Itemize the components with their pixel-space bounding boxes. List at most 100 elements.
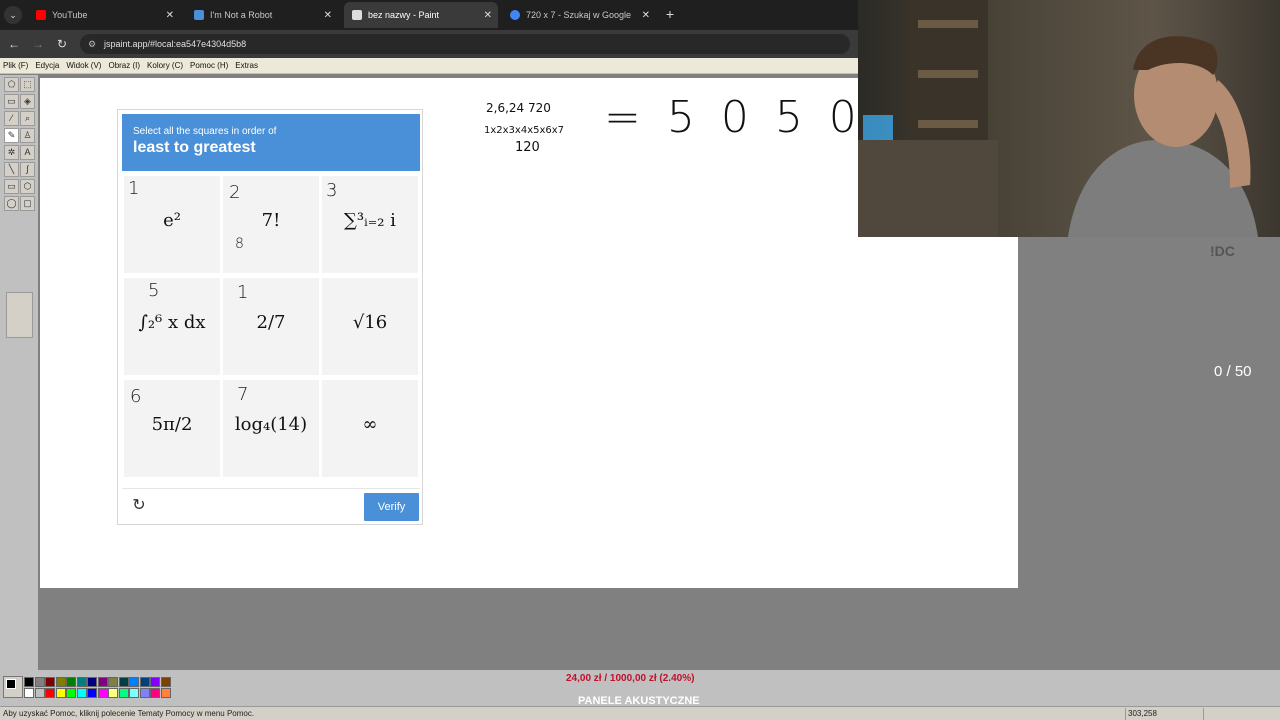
tile-expression: √16	[352, 312, 388, 333]
captcha-tile[interactable]: 2 8 7!	[223, 176, 319, 273]
captcha-tile[interactable]: 1 2/7	[223, 278, 319, 375]
palette-swatch[interactable]	[160, 677, 171, 687]
captcha-tile[interactable]: ∞	[322, 380, 418, 477]
scribble-product: 1x2x3x4x5x6x7	[484, 125, 565, 136]
rect-select-icon[interactable]: ⬚	[20, 77, 35, 92]
verify-button[interactable]: Verify	[364, 493, 419, 521]
palette-swatch[interactable]	[150, 687, 160, 698]
eyedropper-icon[interactable]: ⁄	[4, 111, 19, 126]
refresh-icon[interactable]: ↻	[130, 497, 148, 515]
status-help-text: Aby uzyskać Pomoc, kliknij polecenie Tem…	[3, 709, 255, 718]
eraser-icon[interactable]: ▭	[4, 94, 19, 109]
menu-file[interactable]: Plik (F)	[3, 61, 28, 70]
url-field[interactable]: jspaint.app/#local:ea547e4304d5b8	[80, 34, 850, 54]
current-colors[interactable]	[3, 676, 23, 698]
polygon-icon[interactable]: ⬡	[20, 179, 35, 194]
palette-swatch[interactable]	[118, 687, 129, 698]
rounded-rect-icon[interactable]: ▢	[20, 196, 35, 211]
palette-swatch[interactable]	[24, 677, 34, 687]
palette-swatch[interactable]	[55, 677, 66, 687]
back-icon[interactable]: ←	[6, 36, 22, 52]
palette-swatch[interactable]	[34, 687, 45, 698]
palette-swatch[interactable]	[160, 687, 171, 698]
menu-image[interactable]: Obraz (I)	[108, 61, 140, 70]
palette-swatch[interactable]	[45, 687, 55, 698]
close-icon[interactable]: ✕	[324, 10, 332, 21]
ellipse-icon[interactable]: ◯	[4, 196, 19, 211]
close-icon[interactable]: ✕	[642, 10, 650, 21]
menu-colors[interactable]: Kolory (C)	[147, 61, 183, 70]
palette-swatch[interactable]	[97, 677, 108, 687]
reload-icon[interactable]: ↻	[54, 36, 70, 52]
rectangle-icon[interactable]: ▭	[4, 179, 19, 194]
palette-swatch[interactable]	[45, 677, 55, 687]
captcha-tile[interactable]: 1 e²	[124, 176, 220, 273]
palette-swatch[interactable]	[24, 687, 34, 698]
site-info-icon[interactable]: ⚙	[88, 39, 98, 49]
menu-edit[interactable]: Edycja	[35, 61, 59, 70]
tab-google-search[interactable]: 720 x 7 - Szukaj w Google ✕	[502, 4, 656, 26]
close-icon[interactable]: ✕	[166, 10, 174, 21]
tile-expression: e²	[163, 210, 181, 231]
palette-swatch[interactable]	[129, 687, 139, 698]
palette-swatch[interactable]	[87, 677, 97, 687]
palette-swatch[interactable]	[55, 687, 66, 698]
tile-expression: 5π/2	[151, 414, 193, 435]
tile-expression: 7!	[261, 210, 281, 231]
captcha-tile[interactable]: 6 5π/2	[124, 380, 220, 477]
scribble-big: = 5 0 5 0	[604, 92, 863, 143]
progress-counter: 0 / 50	[1214, 363, 1252, 380]
scribble-result: 120	[515, 140, 540, 155]
handwritten-mark: 2	[229, 182, 241, 203]
forward-icon[interactable]: →	[30, 36, 46, 52]
pencil-icon[interactable]: ✎	[4, 128, 19, 143]
captcha-tile[interactable]: 3 ∑³ᵢ₌₂ i	[322, 176, 418, 273]
fill-icon[interactable]: ◈	[20, 94, 35, 109]
captcha-emphasis: least to greatest	[133, 139, 256, 156]
menu-help[interactable]: Pomoc (H)	[190, 61, 228, 70]
menu-view[interactable]: Widok (V)	[66, 61, 101, 70]
palette-swatch[interactable]	[139, 677, 150, 687]
tab-title: I'm Not a Robot	[210, 10, 273, 20]
magnifier-icon[interactable]: ⌕	[20, 111, 35, 126]
palette-swatch[interactable]	[34, 677, 45, 687]
captcha-header: Select all the squares in order of least…	[122, 114, 420, 171]
palette-swatch[interactable]	[87, 687, 97, 698]
new-tab-icon[interactable]: +	[662, 6, 678, 22]
status-coordinates: 303,258	[1128, 709, 1157, 718]
palette-swatch[interactable]	[76, 687, 87, 698]
curve-icon[interactable]: ∫	[20, 162, 35, 177]
palette-swatch[interactable]	[66, 687, 76, 698]
palette-swatch[interactable]	[129, 677, 139, 687]
close-icon[interactable]: ✕	[484, 10, 492, 21]
tab-search-dropdown-icon[interactable]: ⌄	[4, 6, 22, 24]
webcam-image	[858, 0, 1258, 237]
address-bar-row: ← → ↻ jspaint.app/#local:ea547e4304d5b8 …	[0, 30, 858, 58]
line-icon[interactable]: ╲	[4, 162, 19, 177]
menu-extras[interactable]: Extras	[235, 61, 258, 70]
palette-swatch[interactable]	[97, 687, 108, 698]
google-icon	[510, 10, 520, 20]
airbrush-icon[interactable]: ✲	[4, 145, 19, 160]
palette-swatch[interactable]	[139, 687, 150, 698]
tool-options[interactable]	[6, 292, 33, 338]
palette-swatch[interactable]	[76, 677, 87, 687]
palette-swatch[interactable]	[108, 687, 118, 698]
tab-im-not-a-robot[interactable]: I'm Not a Robot ✕	[186, 4, 338, 26]
palette-swatch[interactable]	[108, 677, 118, 687]
handwritten-mark: 1	[128, 178, 140, 199]
free-select-icon[interactable]: ⬠	[4, 77, 19, 92]
text-icon[interactable]: A	[20, 145, 35, 160]
captcha-tile[interactable]: 5 ∫₂⁶ x dx	[124, 278, 220, 375]
browser-tab-bar: ⌄ YouTube ✕ I'm Not a Robot ✕ bez nazwy …	[0, 0, 858, 30]
tab-youtube[interactable]: YouTube ✕	[28, 4, 180, 26]
captcha-tile[interactable]: 7 log₄(14)	[223, 380, 319, 477]
handwritten-mark: 8	[235, 236, 244, 252]
captcha-tile[interactable]: √16	[322, 278, 418, 375]
tile-expression: 2/7	[256, 312, 286, 333]
tab-paint[interactable]: bez nazwy - Paint ✕	[344, 2, 498, 28]
palette-swatch[interactable]	[118, 677, 129, 687]
palette-swatch[interactable]	[66, 677, 76, 687]
palette-swatch[interactable]	[150, 677, 160, 687]
brush-icon[interactable]: ♙	[20, 128, 35, 143]
